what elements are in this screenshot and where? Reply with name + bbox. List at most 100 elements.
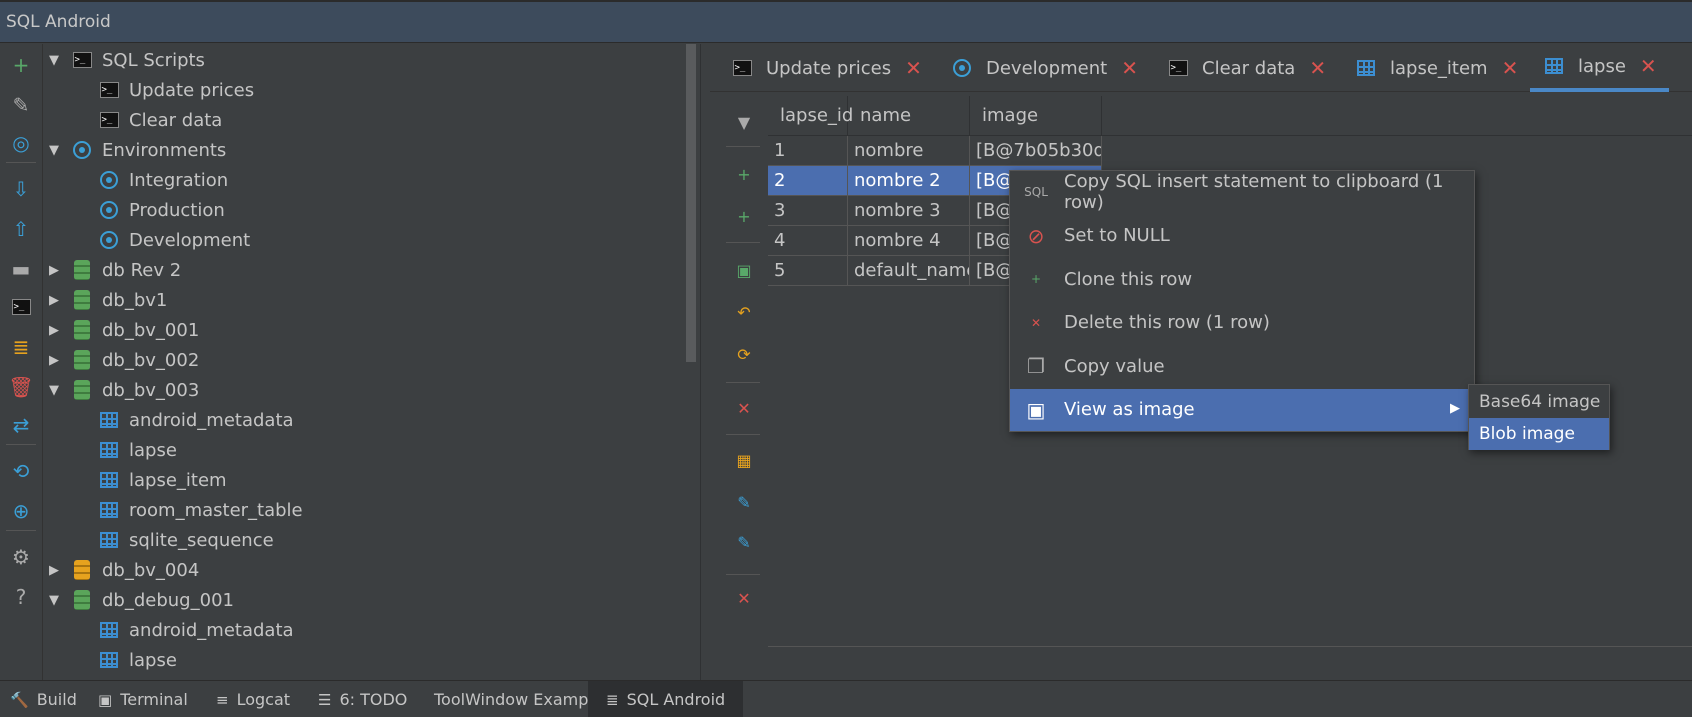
copy-sql-insert-item[interactable]: SQL Copy SQL insert statement to clipboar… (1010, 171, 1474, 213)
device-export-icon[interactable]: ⇧ (6, 214, 36, 244)
tree-node[interactable]: ▶Integration (73, 165, 228, 195)
expand-right-icon[interactable]: ▶ (46, 352, 62, 368)
expand-down-icon[interactable]: ▼ (46, 52, 62, 68)
table-cell[interactable]: [B@7b05b30d (970, 136, 1102, 166)
filter-icon[interactable]: ▼ (730, 108, 758, 136)
tree-node[interactable]: ▶lapse_item (73, 465, 227, 495)
tree-node[interactable]: ▶ db Rev 2 (46, 255, 181, 285)
tree-node-label: db_bv_004 (102, 559, 200, 581)
tree-node[interactable]: ▶room_master_table (73, 495, 303, 525)
save-icon[interactable]: ▣ (730, 256, 758, 284)
trash-icon[interactable]: 🗑 (6, 372, 36, 402)
tree-node-label: db_bv_001 (102, 319, 200, 341)
set-null-item[interactable]: ⊘ Set to NULL (1010, 215, 1474, 257)
tree-node[interactable]: ▶ db_bv_002 (46, 345, 199, 375)
tree-node[interactable]: ▶android_metadata (73, 405, 294, 435)
table-cell[interactable]: nombre (848, 136, 970, 166)
toolwindow-logcat[interactable]: ≡ Logcat (216, 681, 290, 717)
clone-row-item[interactable]: + Clone this row (1010, 258, 1474, 300)
table-cell[interactable]: 4 (768, 226, 848, 256)
tree-node-label: lapse_item (129, 469, 227, 491)
revert-icon[interactable]: ↶ (730, 298, 758, 326)
expand-right-icon[interactable]: ▶ (46, 562, 62, 578)
tab-lapse-item[interactable]: lapse_item ✕ (1356, 44, 1518, 92)
environment-icon[interactable]: ◎ (6, 128, 36, 158)
tree-node[interactable]: ▶lapse (73, 645, 177, 675)
toolwindow-toolwindow-example[interactable]: ToolWindow Example (434, 681, 603, 717)
tree-node[interactable]: ▶android_metadata (73, 615, 294, 645)
tab-development[interactable]: Development ✕ (952, 44, 1138, 92)
tree-node[interactable]: ▼ >_ SQL Scripts (46, 45, 205, 75)
upload-icon[interactable]: ⊕ (6, 496, 36, 526)
tree-node[interactable]: ▼ db_debug_001 (46, 585, 234, 615)
database-icon[interactable]: ≣ (6, 332, 36, 362)
tree-node[interactable]: ▶>_Clear data (73, 105, 222, 135)
column-header-lapse-id[interactable]: lapse_id (768, 96, 853, 136)
table-cell[interactable]: 2 (768, 166, 848, 196)
submenu-base64-image[interactable]: Base64 image (1469, 386, 1609, 418)
edit-cell-icon[interactable]: ✎ (730, 488, 758, 516)
tab-lapse[interactable]: lapse ✕ (1530, 44, 1669, 92)
tree-node[interactable]: ▶Production (73, 195, 225, 225)
folder-icon[interactable]: ▬ (6, 254, 36, 284)
tree-node[interactable]: ▶sqlite_sequence (73, 525, 274, 555)
expand-down-icon[interactable]: ▼ (46, 142, 62, 158)
help-icon[interactable]: ? (6, 582, 36, 612)
panel-divider[interactable] (700, 44, 710, 680)
edit-icon[interactable]: ✎ (6, 90, 36, 120)
transfer-icon[interactable]: ⇄ (6, 410, 36, 440)
history-icon[interactable]: ⟲ (6, 456, 36, 486)
toolwindow-todo[interactable]: ☰ 6: TODO (318, 681, 407, 717)
table-view-icon[interactable]: ▦ (730, 446, 758, 474)
table-cell[interactable]: 5 (768, 256, 848, 286)
clear-icon[interactable]: ✕ (730, 584, 758, 612)
tree-node[interactable]: ▶>_Update prices (73, 75, 254, 105)
tree-node[interactable]: ▶Development (73, 225, 250, 255)
submenu-blob-image[interactable]: Blob image (1469, 418, 1609, 450)
close-icon[interactable]: ✕ (1309, 56, 1326, 80)
expand-down-icon[interactable]: ▼ (46, 382, 62, 398)
table-cell[interactable]: 1 (768, 136, 848, 166)
expand-right-icon[interactable]: ▶ (46, 292, 62, 308)
refresh-icon[interactable]: ⟳ (730, 340, 758, 368)
tree-node[interactable]: ▼ db_bv_003 (46, 375, 199, 405)
tree-node[interactable]: ▶ db_bv1 (46, 285, 167, 315)
add-row-icon[interactable]: + (730, 160, 758, 188)
expand-right-icon[interactable]: ▶ (46, 262, 62, 278)
terminal-icon[interactable]: >_ (6, 292, 36, 322)
add-rows-icon[interactable]: + (730, 202, 758, 230)
tree-node[interactable]: ▼ Environments (46, 135, 226, 165)
table-cell[interactable]: nombre 4 (848, 226, 970, 256)
view-as-image-item[interactable]: ▣ View as image ▶ (1010, 388, 1474, 431)
tab-update-prices[interactable]: >_ Update prices ✕ (732, 44, 922, 92)
tab-label: Development (986, 57, 1108, 79)
device-import-icon[interactable]: ⇩ (6, 174, 36, 204)
toolwindow-sql-android[interactable]: ≣ SQL Android (588, 681, 744, 717)
delete-row-icon[interactable]: ✕ (730, 394, 758, 422)
tree-scrollbar[interactable] (686, 44, 696, 362)
expand-down-icon[interactable]: ▼ (46, 592, 62, 608)
tree-node[interactable]: ▶ db_bv_001 (46, 315, 199, 345)
table-cell[interactable]: 3 (768, 196, 848, 226)
table-icon (100, 412, 118, 428)
close-icon[interactable]: ✕ (905, 56, 922, 80)
expand-right-icon[interactable]: ▶ (46, 322, 62, 338)
edit-table-icon[interactable]: ✎ (730, 528, 758, 556)
column-header-name[interactable]: name (848, 96, 970, 136)
toolwindow-build[interactable]: 🔨 Build (10, 681, 77, 717)
copy-value-item[interactable]: ❐ Copy value (1010, 345, 1474, 387)
settings-icon[interactable]: ⚙ (6, 542, 36, 572)
close-icon[interactable]: ✕ (1121, 56, 1138, 80)
table-cell[interactable]: nombre 2 (848, 166, 970, 196)
tab-clear-data[interactable]: >_ Clear data ✕ (1168, 44, 1326, 92)
toolwindow-terminal[interactable]: ▣ Terminal (98, 681, 188, 717)
tree-node[interactable]: ▶lapse (73, 435, 177, 465)
close-icon[interactable]: ✕ (1640, 54, 1657, 78)
table-cell[interactable]: nombre 3 (848, 196, 970, 226)
add-icon[interactable]: + (6, 50, 36, 80)
tree-node[interactable]: ▶ db_bv_004 (46, 555, 199, 585)
delete-row-item[interactable]: ✕ Delete this row (1 row) (1010, 302, 1474, 344)
column-header-image[interactable]: image (970, 96, 1102, 136)
table-cell[interactable]: default_name (848, 256, 970, 286)
close-icon[interactable]: ✕ (1502, 56, 1519, 80)
